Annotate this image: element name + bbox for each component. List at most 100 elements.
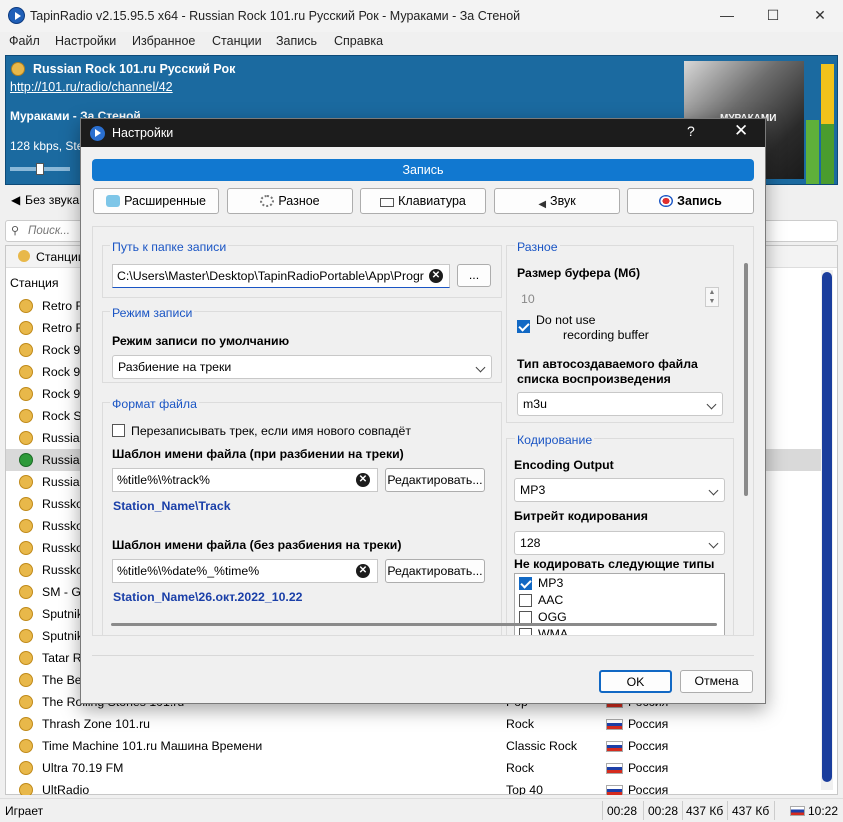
content-hscroll-thumb[interactable] bbox=[111, 623, 717, 626]
content-vscroll[interactable] bbox=[743, 247, 749, 617]
station-name: Rock 9 bbox=[42, 365, 81, 379]
type-aac-checkbox[interactable] bbox=[519, 594, 532, 607]
list-scrollbar[interactable] bbox=[821, 270, 833, 790]
menu-help[interactable]: Справка bbox=[334, 34, 383, 48]
station-icon bbox=[19, 651, 33, 665]
speaker-icon[interactable]: ◀ bbox=[11, 193, 20, 207]
format-group-title: Формат файла bbox=[110, 397, 199, 411]
mode-select[interactable]: Разбиение на треки bbox=[112, 355, 492, 379]
menu-file[interactable]: Файл bbox=[9, 34, 40, 48]
bitrate-label: Битрейт кодирования bbox=[514, 509, 648, 523]
folder-group-title: Путь к папке записи bbox=[110, 240, 229, 254]
tab-advanced[interactable]: Расширенные bbox=[93, 188, 219, 214]
bitrate-value: 128 bbox=[520, 536, 541, 550]
tab-sound[interactable]: ◀ Звук bbox=[494, 188, 620, 214]
content-vscroll-thumb[interactable] bbox=[744, 263, 748, 496]
station-icon bbox=[19, 695, 33, 709]
station-name: Russia bbox=[42, 453, 80, 467]
tab-misc[interactable]: Разное bbox=[227, 188, 353, 214]
clear-split-icon[interactable]: ✕ bbox=[356, 473, 370, 487]
station-name: Rock S bbox=[42, 409, 82, 423]
dialog-title-bar: Настройки ? ✕ bbox=[81, 119, 765, 147]
tab-keyboard-label: Клавиатура bbox=[398, 194, 466, 208]
dialog-title: Настройки bbox=[112, 126, 174, 140]
chevron-down-icon bbox=[706, 399, 717, 410]
status-bar: Играет 00:28 00:28 437 Кб 437 Кб 10:22 bbox=[0, 798, 843, 822]
ok-button[interactable]: OK bbox=[599, 670, 672, 693]
chevron-down-icon bbox=[475, 362, 486, 373]
browse-folder-button[interactable]: ... bbox=[457, 264, 491, 287]
stream-info: 128 kbps, Ste bbox=[10, 139, 84, 153]
dialog-help-button[interactable]: ? bbox=[687, 123, 695, 139]
keyboard-icon bbox=[380, 198, 395, 207]
chevron-down-icon bbox=[708, 538, 719, 549]
tab-record[interactable]: Запись bbox=[627, 188, 754, 214]
station-name: Retro F bbox=[42, 299, 83, 313]
volume-slider-knob[interactable] bbox=[36, 163, 44, 175]
minimize-button[interactable]: — bbox=[704, 0, 750, 32]
status-size-1: 437 Кб bbox=[686, 804, 724, 818]
tab-keyboard[interactable]: Клавиатура bbox=[360, 188, 486, 214]
clear-folder-icon[interactable]: ✕ bbox=[429, 269, 443, 283]
station-url-link[interactable]: http://101.ru/radio/channel/42 bbox=[10, 80, 173, 94]
tab-record-label: Запись bbox=[677, 194, 722, 208]
list-item[interactable]: Ultra 70.19 FM Rock Россия bbox=[6, 757, 821, 779]
tab-stations[interactable]: Станции bbox=[36, 250, 85, 264]
station-icon bbox=[19, 497, 33, 511]
station-country: Россия bbox=[628, 739, 669, 753]
station-icon bbox=[19, 475, 33, 489]
playlist-type-label-2: списка воспроизведения bbox=[517, 372, 671, 386]
menu-favorites[interactable]: Избранное bbox=[132, 34, 195, 48]
maximize-button[interactable]: ☐ bbox=[750, 0, 796, 32]
overwrite-checkbox[interactable] bbox=[112, 424, 125, 437]
station-icon bbox=[19, 409, 33, 423]
station-icon bbox=[19, 629, 33, 643]
mute-button[interactable]: Без звука bbox=[25, 193, 79, 207]
dialog-app-icon bbox=[90, 126, 105, 141]
search-input[interactable]: Поиск... bbox=[28, 225, 70, 237]
bitrate-select[interactable]: 128 bbox=[514, 531, 725, 555]
close-button[interactable]: ✕ bbox=[797, 0, 843, 32]
type-wma-checkbox[interactable] bbox=[519, 628, 532, 635]
edit-split-button[interactable]: Редактировать... bbox=[385, 468, 485, 492]
status-size-2: 437 Кб bbox=[732, 804, 770, 818]
status-time-2: 00:28 bbox=[648, 804, 679, 818]
vu-meter-right bbox=[821, 64, 834, 184]
nosplit-template-input[interactable]: %title%\%date%_%time% bbox=[112, 559, 378, 583]
station-name: Russko bbox=[42, 519, 84, 533]
buffer-spinner[interactable]: ▲ ▼ bbox=[705, 287, 719, 307]
menu-stations[interactable]: Станции bbox=[212, 34, 262, 48]
volume-slider[interactable] bbox=[10, 163, 70, 175]
split-template-value: %title%\%track% bbox=[117, 473, 210, 487]
buffer-value: 10 bbox=[521, 292, 535, 306]
scrollbar-thumb[interactable] bbox=[822, 272, 832, 782]
folder-path-input[interactable]: C:\Users\Master\Desktop\TapinRadioPortab… bbox=[112, 264, 450, 288]
split-template-input[interactable]: %title%\%track% bbox=[112, 468, 378, 492]
chevron-down-icon bbox=[708, 485, 719, 496]
split-preview: Station_Name\Track bbox=[113, 499, 231, 513]
no-buffer-checkbox[interactable] bbox=[517, 320, 530, 333]
station-genre: Top 40 bbox=[506, 783, 543, 795]
station-icon bbox=[19, 343, 33, 357]
menu-record[interactable]: Запись bbox=[276, 34, 317, 48]
list-item[interactable]: Time Machine 101.ru Машина Времени Classi… bbox=[6, 735, 821, 757]
encoding-output-select[interactable]: MP3 bbox=[514, 478, 725, 502]
edit-nosplit-button[interactable]: Редактировать... bbox=[385, 559, 485, 583]
status-sep bbox=[682, 801, 683, 820]
tab-misc-label: Разное bbox=[278, 194, 320, 208]
column-header-station[interactable]: Станция bbox=[10, 276, 59, 290]
type-mp3-checkbox[interactable] bbox=[519, 577, 532, 590]
exclude-types-list[interactable]: MP3 AAC OGG WMA bbox=[514, 573, 725, 636]
cancel-button[interactable]: Отмена bbox=[680, 670, 753, 693]
dialog-close-button[interactable]: ✕ bbox=[734, 121, 748, 141]
type-wma-label: WMA bbox=[538, 627, 569, 636]
vu-meter-left bbox=[806, 120, 819, 184]
station-name: Rock 9 bbox=[42, 387, 81, 401]
list-item[interactable]: UltRadio Top 40 Россия bbox=[6, 779, 821, 795]
menu-settings[interactable]: Настройки bbox=[55, 34, 116, 48]
list-item[interactable]: Thrash Zone 101.ru Rock Россия bbox=[6, 713, 821, 735]
playlist-type-select[interactable]: m3u bbox=[517, 392, 723, 416]
mode-select-value: Разбиение на треки bbox=[118, 360, 232, 374]
station-genre: Classic Rock bbox=[506, 739, 578, 753]
clear-nosplit-icon[interactable]: ✕ bbox=[356, 564, 370, 578]
